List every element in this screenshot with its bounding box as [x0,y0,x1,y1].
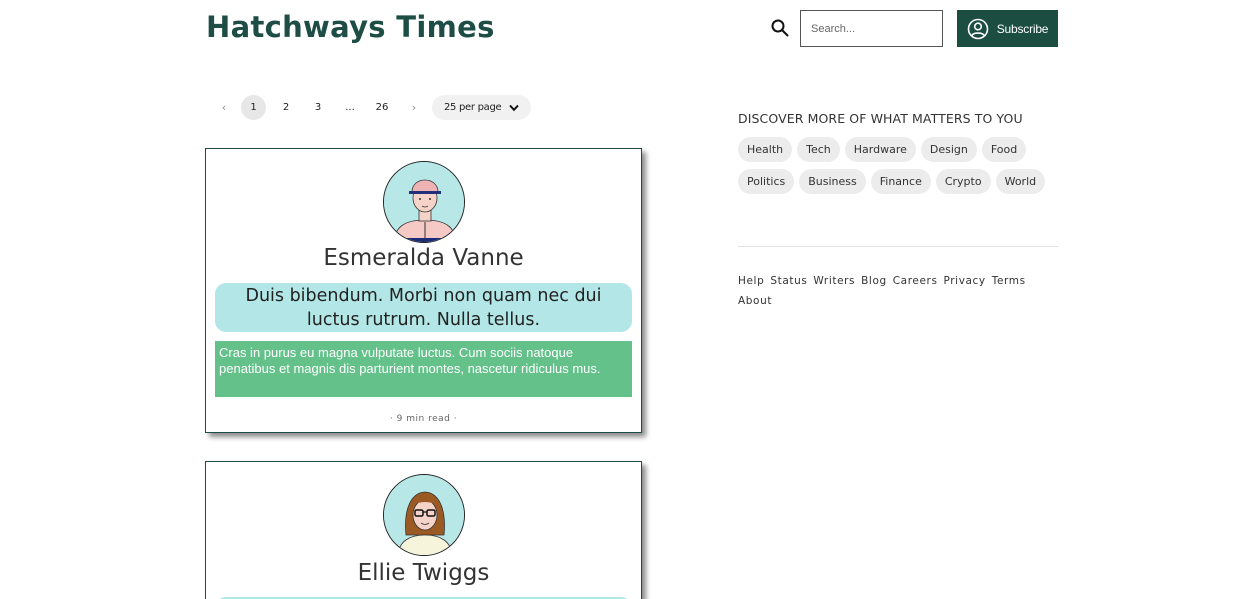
post-title[interactable]: Duis bibendum. Morbi non quam nec dui lu… [215,283,632,332]
topic-tag-list: Health Tech Hardware Design Food Politic… [738,137,1068,194]
pagination-next-button[interactable]: › [398,95,430,120]
tag-world[interactable]: World [995,169,1046,194]
subscribe-button[interactable]: Subscribe [957,10,1058,47]
tag-food[interactable]: Food [981,137,1027,162]
pagination: ‹ 1 2 3 ... 26 › 25 per page [208,95,532,120]
footer-link-about[interactable]: About [738,295,772,308]
search-input[interactable] [800,10,943,47]
post-author-name[interactable]: Ellie Twiggs [206,560,641,586]
tag-health[interactable]: Health [738,137,793,162]
footer-link-status[interactable]: Status [770,275,807,288]
tag-design[interactable]: Design [920,137,977,162]
tag-politics[interactable]: Politics [738,169,795,194]
tag-hardware[interactable]: Hardware [844,137,916,162]
discover-heading: DISCOVER MORE OF WHAT MATTERS TO YOU [738,111,1023,126]
footer-link-help[interactable]: Help [738,275,764,288]
tag-crypto[interactable]: Crypto [935,169,991,194]
search-icon[interactable] [771,19,789,37]
post-card[interactable]: Esmeralda Vanne Duis bibendum. Morbi non… [205,148,642,433]
tag-business[interactable]: Business [799,169,866,194]
post-author-name[interactable]: Esmeralda Vanne [206,245,641,271]
post-read-time: · 9 min read · [389,414,458,424]
tag-tech[interactable]: Tech [797,137,840,162]
footer-link-privacy[interactable]: Privacy [944,275,986,288]
man-cap-avatar-icon [383,161,465,243]
pagination-ellipsis: ... [345,102,355,113]
pagination-prev-button[interactable]: ‹ [208,95,240,120]
footer-link-terms[interactable]: Terms [992,275,1026,288]
site-logo-title[interactable]: Hatchways Times [206,10,495,44]
footer-links: Help Status Writers Blog Careers Privacy… [738,275,1038,308]
pagination-page-3[interactable]: 3 [302,95,334,120]
woman-glasses-avatar-icon [383,474,465,556]
per-page-select[interactable]: 25 per page [432,95,532,120]
pagination-page-26[interactable]: 26 [366,95,398,120]
post-excerpt: Cras in purus eu magna vulputate luctus.… [215,341,632,397]
footer-link-writers[interactable]: Writers [813,275,855,288]
per-page-value: 25 per page [444,102,502,113]
chevron-down-icon [509,104,520,111]
pagination-page-1[interactable]: 1 [241,95,266,120]
user-circle-icon [967,18,989,39]
sidebar-divider [738,246,1058,247]
footer-link-blog[interactable]: Blog [861,275,887,288]
subscribe-label: Subscribe [996,21,1049,36]
footer-link-careers[interactable]: Careers [893,275,938,288]
tag-finance[interactable]: Finance [870,169,931,194]
post-card[interactable]: Ellie Twiggs [205,461,642,599]
pagination-page-2[interactable]: 2 [270,95,302,120]
